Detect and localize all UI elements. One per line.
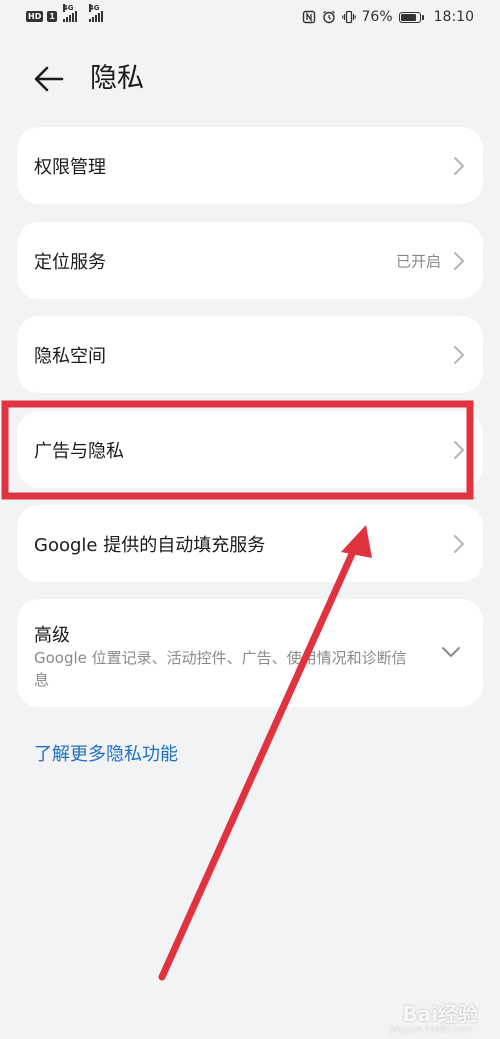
privacy-settings-screen: HD 1 4G 4G 76% 18:10 隐私 权限管理 定位服务 已开启 隐私… (0, 0, 500, 1039)
learn-more-link[interactable]: 了解更多隐私功能 (34, 740, 178, 766)
watermark-url: jingyan.baidu.com (388, 1025, 472, 1035)
status-bar-left: HD 1 4G 4G (26, 4, 103, 22)
chevron-right-icon (454, 440, 464, 459)
page-header: 隐私 (0, 50, 500, 110)
settings-item-ads-privacy[interactable]: 广告与隐私 (17, 411, 483, 488)
nfc-icon (302, 10, 315, 24)
settings-item-google-autofill[interactable]: Google 提供的自动填充服务 (17, 505, 483, 582)
battery-icon (398, 11, 424, 23)
settings-item-label: Google 提供的自动填充服务 (34, 534, 266, 556)
settings-item-label: 权限管理 (34, 156, 106, 178)
chevron-right-icon (454, 251, 464, 270)
settings-item-location[interactable]: 定位服务 已开启 (17, 222, 483, 299)
chevron-right-icon (454, 534, 464, 553)
back-arrow-icon[interactable] (32, 62, 66, 96)
settings-item-permissions[interactable]: 权限管理 (17, 127, 483, 204)
location-status-value: 已开启 (395, 252, 441, 270)
chevron-right-icon (454, 345, 464, 364)
signal-icon: 4G (62, 4, 77, 22)
status-bar: HD 1 4G 4G 76% 18:10 (0, 0, 500, 38)
clock: 18:10 (433, 9, 474, 25)
page-title: 隐私 (90, 63, 144, 94)
settings-item-label: 广告与隐私 (34, 440, 124, 462)
advanced-description: Google 位置记录、活动控件、广告、使用情况和诊断信息 (34, 649, 407, 689)
hd-badge: HD (26, 10, 44, 22)
chevron-down-icon[interactable] (441, 646, 461, 658)
battery-percent: 76% (361, 9, 393, 25)
advanced-title: 高级 (34, 625, 70, 646)
settings-item-label: 定位服务 (34, 251, 106, 273)
watermark-logo: Bai经验 (402, 1002, 478, 1026)
settings-item-advanced[interactable]: 高级 Google 位置记录、活动控件、广告、使用情况和诊断信息 (17, 599, 483, 707)
settings-item-label: 隐私空间 (34, 345, 106, 367)
sim1-badge: 1 (47, 10, 57, 22)
chevron-right-icon (454, 156, 464, 175)
signal-network-tag-2: 4G (88, 4, 100, 12)
alarm-icon (322, 10, 335, 24)
signal-network-tag: 4G (62, 4, 74, 12)
status-bar-right: 76% 18:10 (302, 9, 474, 25)
signal-icon-2: 4G (88, 4, 103, 22)
vibrate-icon (341, 10, 356, 24)
settings-item-private-space[interactable]: 隐私空间 (17, 316, 483, 393)
